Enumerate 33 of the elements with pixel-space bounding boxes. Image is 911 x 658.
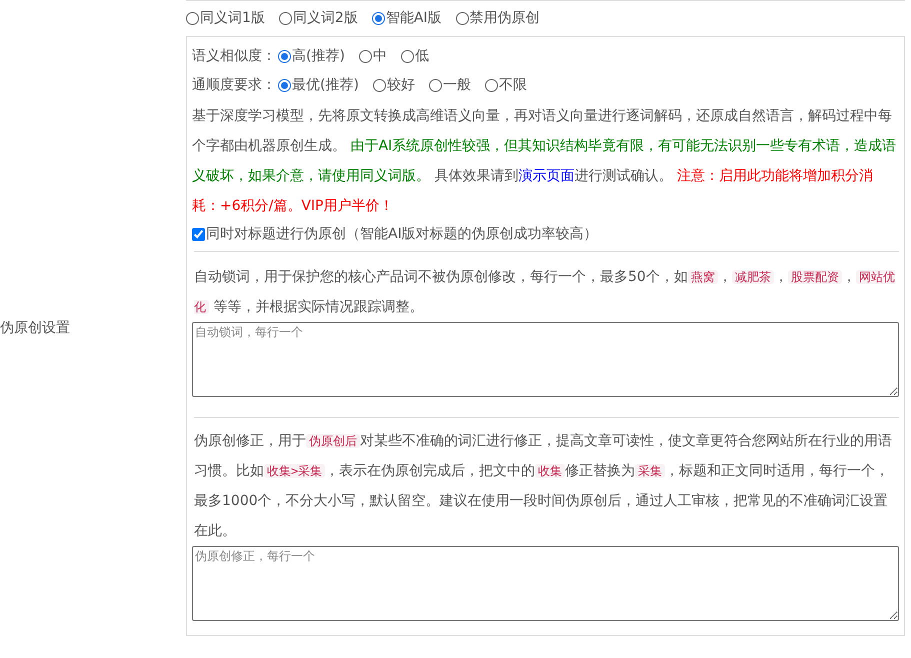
field-label: 语义相似度： <box>192 46 276 66</box>
radio-button[interactable] <box>484 78 498 92</box>
radio-label: 一般 <box>442 76 471 94</box>
radio-button[interactable] <box>456 12 469 25</box>
radio-label: 同义词2版 <box>292 9 358 28</box>
correction-field[interactable]: 伪原创修正，每行一个 <box>192 546 899 621</box>
radio-button[interactable] <box>278 50 291 62</box>
radio-button[interactable] <box>278 78 291 92</box>
radio-label: 不限 <box>498 76 527 94</box>
lock-words-description: 自动锁词，用于保护您的核心产品词不被伪原创修改，每行一个，最多50个，如 燕窝 ， 减肥茶 ， 股票配资 ， 网站优化 等等，并根据实际情况跟踪调整。 <box>193 268 896 317</box>
radio-label: 同义词1版 <box>200 9 265 28</box>
radio-button[interactable] <box>372 12 385 25</box>
description-text: 基于深度学习模型，先将原文转换成高维语义向量，再对语义向量进行逐词解码，还原成自然语言，解码过程中每个字都由机器原创生成。 由于AI系统原创性较强，但其知识结构毕竟有限，有可能无法识别一些专有术语，造成语义破坏，如果介意，请使用同义词版。 具体效果请到演示页面进行测试确认。 注意：启用此功能将增加积分消耗：+6积分/篇。VIP用户半价！ <box>192 107 898 216</box>
radio-label: 低 <box>414 46 429 66</box>
radio-button[interactable] <box>428 78 442 92</box>
radio-button[interactable] <box>372 78 386 92</box>
correction-description: 伪原创修正，用于 伪原创后 对某些不准确的词汇进行修正，提高文章可读性，使文章更符合您网站所在行业的用语习惯。比如 收集>采集 ，表示在伪原创完成后，把文中的 收集 修正替换为 采集 ，标题和正文同时适用，每行一个，最多1000个，不分大小写，默认留空。建议在使用一段时间伪原创后，通过人工审核，把常见的不准确词汇设置在此。 <box>193 432 893 541</box>
radio-label: 最优(推荐) <box>292 76 359 94</box>
section-label: 伪原创设置 <box>0 318 70 338</box>
demo-link[interactable]: 演示页面 <box>518 168 574 184</box>
radio-button[interactable] <box>278 12 292 25</box>
radio-label: 较好 <box>386 76 415 94</box>
radio-label: 智能AI版 <box>386 9 442 28</box>
radio-button[interactable] <box>358 50 372 62</box>
radio-label: 高(推荐) <box>292 46 345 66</box>
radio-button[interactable] <box>186 12 199 25</box>
checkbox-label: 同时对标题进行伪原创（智能AI版对标题的伪原创成功率较高） <box>206 224 598 244</box>
radio-button[interactable] <box>400 50 414 62</box>
radio-label: 中 <box>372 46 387 66</box>
checkbox[interactable] <box>192 228 205 240</box>
radio-label: 禁用伪原创 <box>470 9 540 28</box>
lock-words-field[interactable]: 自动锁词，每行一个 <box>192 322 899 397</box>
field-label: 通顺度要求： <box>192 76 276 94</box>
